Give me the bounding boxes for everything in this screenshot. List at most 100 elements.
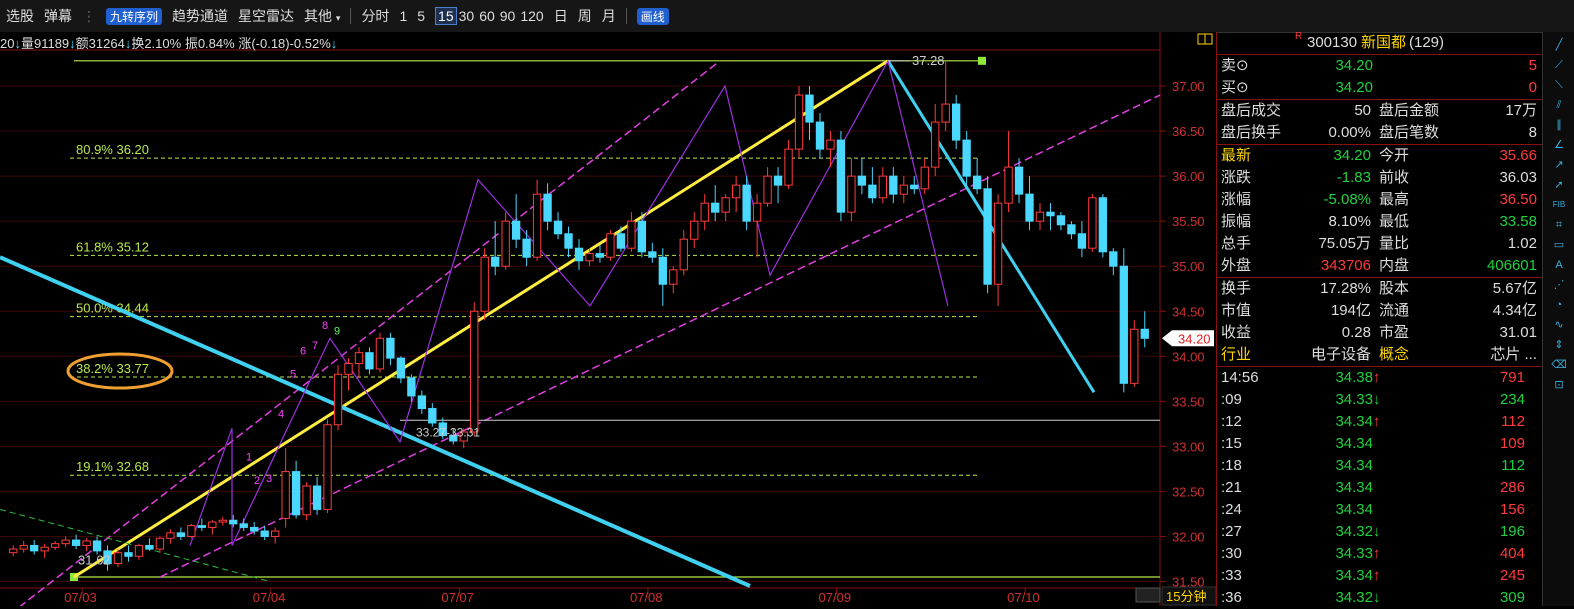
text-tool-icon[interactable]: A [1551, 258, 1567, 272]
stock-title: R 300130 新国都 (129) [1217, 31, 1543, 55]
segment-tool-icon[interactable]: ⟍ [1551, 78, 1567, 92]
info-line: 20↓量91189↓额31264↓换2.10% 振0.84% 涨(-0.18)-… [0, 33, 337, 51]
quote-value: -5.08% [1323, 191, 1371, 208]
trend-tool-icon[interactable]: ↗ [1551, 158, 1567, 172]
tick-list[interactable]: 14:56 34.38 ↑ 791:09 34.33 ↓ 234:12 34.34 ↑ 112:1… [1217, 367, 1543, 609]
period-120[interactable]: 120 [520, 8, 543, 24]
box-tool-icon[interactable]: ▭ [1551, 238, 1567, 252]
quote-value: 34.20 [1333, 147, 1371, 164]
fund-value-2: 31.01 [1499, 324, 1537, 341]
angle-tool-icon[interactable]: ∠ [1551, 138, 1567, 152]
period-60[interactable]: 60 [479, 8, 495, 24]
high-label: 37.28 [912, 53, 945, 68]
period-5[interactable]: 5 [417, 8, 425, 24]
draw-line-button[interactable]: 画线 [636, 7, 669, 25]
after-value-2: 17万 [1505, 102, 1537, 119]
tick-arrow: ↓ [1373, 391, 1381, 408]
order-label: 买⊙ [1221, 79, 1249, 96]
period-90[interactable]: 90 [500, 8, 516, 24]
candle-body [396, 357, 406, 379]
candle-body [637, 220, 647, 253]
y-tick-label: 36.00 [1172, 169, 1205, 184]
parallel-tool-icon[interactable]: ∥ [1551, 118, 1567, 132]
candle-body [323, 424, 332, 510]
select-stock-button[interactable]: 选股 [6, 6, 34, 26]
y-tick-label: 34.00 [1172, 349, 1205, 364]
fib-tool-icon[interactable]: FIB [1551, 198, 1567, 212]
period-15[interactable]: 15 [435, 7, 457, 25]
candle-body [784, 148, 793, 186]
quote-value: 8.10% [1328, 213, 1371, 230]
wave-tool-icon[interactable]: ∿ [1551, 318, 1567, 332]
period-month[interactable]: 月 [602, 6, 616, 26]
measure-tool-icon[interactable]: ⇕ [1551, 338, 1567, 352]
quote-value: 75.05万 [1318, 235, 1371, 252]
other-menu-button[interactable]: 其他 ▾ [304, 6, 340, 26]
gann-tool-icon[interactable]: ⌗ [1551, 218, 1567, 232]
candle-body [155, 537, 165, 550]
td-count-label: 4 [278, 408, 284, 420]
candle-body [993, 202, 1003, 285]
channel-tool-icon[interactable]: ⫽ [1551, 98, 1567, 112]
td-count-label: 7 [312, 340, 318, 352]
stock-code: 300130 [1307, 34, 1358, 51]
ray-tool-icon[interactable]: ⟋ [1551, 58, 1567, 72]
kline-chart[interactable]: 80.9% 36.2061.8% 35.1250.0% 34.4438.2% 3… [0, 32, 1216, 606]
candle-body [166, 532, 175, 539]
tick-volume: 112 [1501, 457, 1525, 474]
x-tick-label: 07/10 [1007, 590, 1040, 605]
candle-body [1088, 197, 1097, 249]
candle-body [857, 175, 867, 186]
top-toolbar: 选股 弹幕 ⋮ 九转序列 趋势通道 星空雷达 其他 ▾ 分时 1 5 15 30… [0, 0, 1574, 33]
eraser-icon[interactable]: ⌫ [1551, 358, 1567, 372]
order-volume: 0 [1528, 79, 1537, 96]
y-tick-label: 33.50 [1172, 394, 1205, 409]
y-tick-label: 36.50 [1172, 124, 1205, 139]
quote-row: 涨跌 -1.83 前收 36.03 [1217, 167, 1543, 189]
y-tick-label: 35.50 [1172, 214, 1205, 229]
fib-fan-icon[interactable]: ⋰ [1551, 278, 1567, 292]
candle-body [847, 175, 856, 213]
td-count-label: 5 [290, 369, 296, 381]
td-sequence-button[interactable]: 九转序列 [106, 7, 163, 25]
candle-body [805, 94, 814, 123]
trend-channel-button[interactable]: 趋势通道 [172, 6, 228, 26]
fib-label: 38.2% 33.77 [76, 361, 149, 376]
period-30[interactable]: 30 [459, 8, 475, 24]
quote-value-2: 35.66 [1499, 147, 1537, 164]
fund-label: 行业 [1221, 346, 1252, 363]
tick-row: :27 34.32 ↓ 196 [1217, 521, 1543, 543]
radar-button[interactable]: 星空雷达 [238, 6, 294, 26]
candle-body [1109, 251, 1118, 267]
td-count-label: 8 [322, 320, 328, 332]
order-price: 34.20 [1335, 79, 1373, 96]
quote-row: 外盘 343706 内盘 406601 [1217, 255, 1543, 277]
quote-label-2: 量比 [1379, 235, 1410, 252]
period-intraday[interactable]: 分时 [361, 6, 389, 26]
lock-icon[interactable]: ⊡ [1551, 378, 1567, 392]
menu-dots-icon[interactable]: ⋮ [82, 8, 96, 25]
after-value: 50 [1354, 102, 1371, 119]
arrow-tool-icon[interactable]: ➚ [1551, 178, 1567, 192]
period-week[interactable]: 周 [578, 6, 592, 26]
tick-volume: 156 [1499, 501, 1525, 518]
cycle-tool-icon[interactable]: ◔ [1551, 298, 1567, 312]
period-day[interactable]: 日 [554, 6, 568, 26]
candle-body [794, 94, 804, 150]
fund-value: 0.28 [1341, 324, 1371, 341]
tick-time: :33 [1221, 567, 1242, 584]
quote-label-2: 内盘 [1379, 257, 1410, 274]
fund-value: 194亿 [1330, 302, 1371, 319]
candle-body [1119, 265, 1128, 384]
quote-row: 涨幅 -5.08% 最高 36.50 [1217, 189, 1543, 211]
quote-value-2: 406601 [1486, 257, 1537, 274]
info-amplitude: 振0.84% [184, 36, 235, 51]
line-tool-icon[interactable]: ╱ [1551, 38, 1567, 52]
after-label-2: 盘后金额 [1379, 102, 1440, 119]
fund-label-2: 股本 [1379, 280, 1410, 297]
candle-body [815, 121, 825, 150]
danmaku-button[interactable]: 弹幕 [44, 6, 72, 26]
tick-volume: 234 [1499, 391, 1525, 408]
period-1[interactable]: 1 [399, 8, 407, 24]
candle-body [197, 525, 206, 528]
